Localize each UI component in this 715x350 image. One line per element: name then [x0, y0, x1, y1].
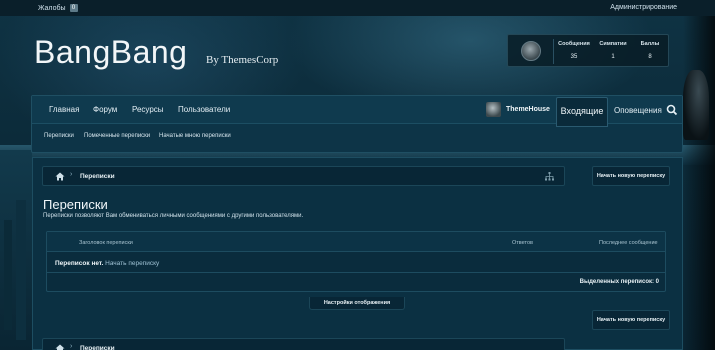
search-icon[interactable] [666, 104, 678, 116]
selected-count-value: 0 [655, 279, 659, 285]
background-city-art [0, 150, 32, 350]
subnav-starred[interactable]: Помеченные переписки [84, 133, 150, 139]
nav-item-forum[interactable]: Форум [93, 105, 117, 114]
col-header-replies[interactable]: Ответов [512, 240, 533, 246]
main-navigation: Главная Форум Ресурсы Пользователи Theme… [31, 95, 683, 153]
page-title: Переписки [43, 197, 108, 212]
chevron-right-icon: › [70, 343, 73, 350]
subnav-conversations[interactable]: Переписки [44, 133, 74, 139]
complaints-label: Жалобы [38, 4, 66, 12]
background-edge-shade [683, 16, 715, 350]
home-icon[interactable] [55, 172, 65, 181]
stat-likes-label: Симпатии [599, 41, 627, 47]
subnav-started-by-me[interactable]: Начатые мною переписки [159, 133, 231, 139]
stat-likes: Симпатии 1 [593, 41, 633, 60]
site-logo[interactable]: BangBang [34, 34, 187, 71]
new-conversation-button-bottom[interactable]: Начать новую переписку [592, 310, 670, 330]
background-figure-art [683, 70, 709, 140]
nav-user-avatar [486, 102, 501, 117]
logo-byline: By ThemesCorp [206, 54, 279, 66]
complaints-count-badge: 0 [69, 4, 78, 12]
nav-inbox-tab[interactable]: Входящие [556, 97, 608, 127]
top-bar: Жалобы 0 Администрирование [0, 0, 715, 16]
selected-count-label: Выделенных переписок: [579, 279, 654, 285]
admin-link[interactable]: Администрирование [610, 4, 677, 11]
display-settings-tab[interactable]: Настройки отображения [309, 297, 405, 310]
nav-item-home[interactable]: Главная [49, 105, 79, 114]
avatar[interactable] [521, 41, 541, 61]
conversations-table: Заголовок переписки Ответов Последнее со… [46, 231, 666, 292]
stat-messages-label: Сообщения [558, 41, 590, 47]
nav-user-menu[interactable]: ThemeHouse [486, 102, 550, 117]
col-header-last-message[interactable]: Последнее сообщение [599, 240, 658, 246]
selected-count: Выделенных переписок: 0 [580, 279, 659, 285]
breadcrumb-current[interactable]: Переписки [80, 345, 115, 350]
stat-messages: Сообщения 35 [554, 41, 594, 60]
nav-username: ThemeHouse [506, 106, 550, 113]
stat-points: Баллы 8 [630, 41, 670, 60]
home-icon[interactable] [55, 344, 65, 350]
breadcrumb: › Переписки [42, 166, 565, 186]
breadcrumb-bottom: › Переписки [42, 338, 565, 350]
empty-state: Переписок нет. Начать переписку [55, 260, 159, 267]
col-header-title[interactable]: Заголовок переписки [79, 240, 133, 246]
nav-alerts[interactable]: Оповещения [614, 106, 662, 115]
stat-likes-value: 1 [611, 54, 615, 60]
table-footer: Выделенных переписок: 0 [47, 272, 665, 291]
complaints-link[interactable]: Жалобы 0 [38, 4, 78, 12]
new-conversation-button[interactable]: Начать новую переписку [592, 166, 670, 186]
start-conversation-link[interactable]: Начать переписку [105, 260, 159, 267]
stat-points-label: Баллы [640, 41, 660, 47]
stat-points-value: 8 [648, 54, 652, 60]
nav-item-resources[interactable]: Ресурсы [132, 105, 164, 114]
table-header: Заголовок переписки Ответов Последнее со… [47, 232, 665, 252]
user-stats-panel: Сообщения 35 Симпатии 1 Баллы 8 [507, 34, 669, 67]
empty-state-text: Переписок нет. [55, 260, 104, 267]
nav-item-members[interactable]: Пользователи [178, 105, 230, 114]
breadcrumb-current[interactable]: Переписки [80, 173, 115, 180]
chevron-right-icon: › [70, 171, 73, 178]
page-description: Переписки позволяют Вам обмениваться лич… [43, 213, 304, 219]
stat-messages-value: 35 [570, 54, 578, 60]
sitemap-icon[interactable] [545, 172, 554, 181]
